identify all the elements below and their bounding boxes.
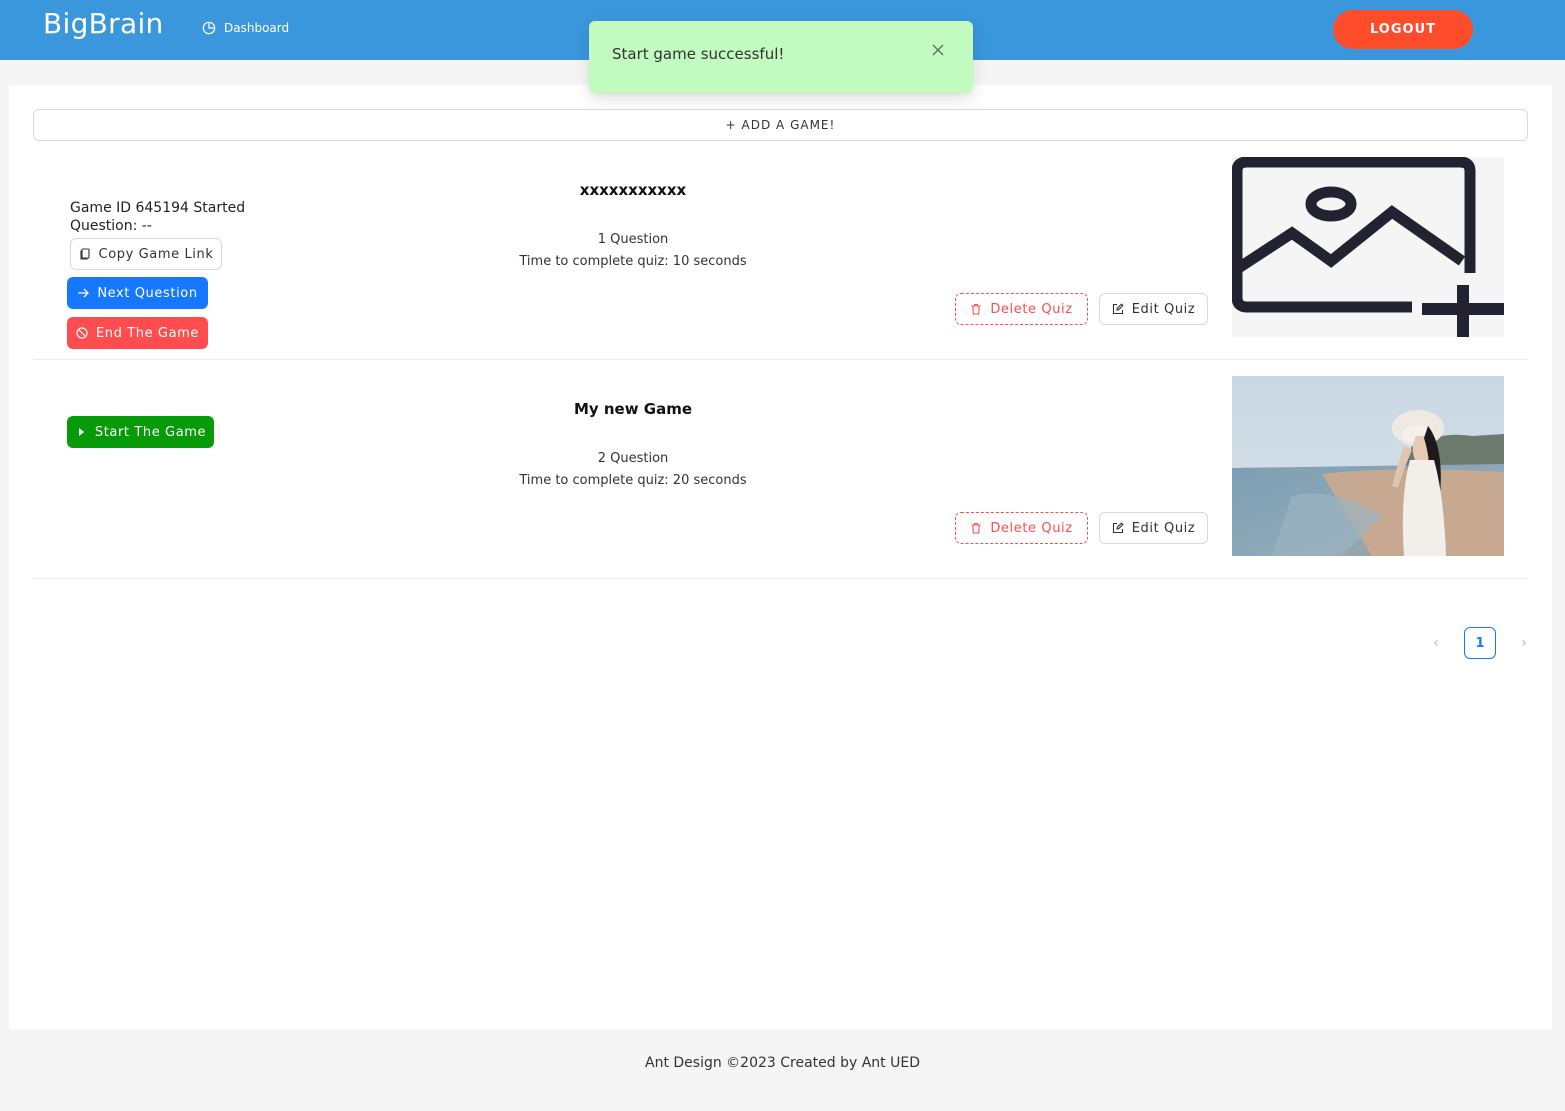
beach-photo bbox=[1232, 376, 1504, 556]
button-label: Start The Game bbox=[94, 424, 207, 440]
button-label: Delete Quiz bbox=[990, 301, 1073, 317]
button-label: Edit Quiz bbox=[1131, 520, 1196, 536]
game-title: xxxxxxxxxxx bbox=[579, 181, 687, 199]
button-label: Edit Quiz bbox=[1131, 301, 1196, 317]
game-thumbnail bbox=[1232, 157, 1504, 337]
pie-chart-icon bbox=[202, 21, 216, 35]
quiz-time: Time to complete quiz: 20 seconds bbox=[519, 473, 747, 488]
edit-quiz-button[interactable]: Edit Quiz bbox=[1099, 293, 1208, 325]
image-add-placeholder-icon bbox=[1232, 157, 1504, 337]
end-game-button[interactable]: End The Game bbox=[67, 317, 208, 349]
start-game-button[interactable]: Start The Game bbox=[67, 416, 214, 448]
page-number[interactable]: 1 bbox=[1464, 627, 1496, 659]
button-label: End The Game bbox=[95, 325, 200, 341]
add-game-button[interactable]: + ADD A GAME! bbox=[33, 109, 1528, 141]
trash-icon bbox=[971, 522, 981, 534]
trash-icon bbox=[971, 303, 981, 315]
stop-icon bbox=[76, 327, 88, 339]
footer-text: Ant Design ©2023 Created by Ant UED bbox=[645, 1055, 920, 1071]
next-question-button[interactable]: Next Question bbox=[67, 277, 208, 309]
prev-page-icon[interactable]: ‹ bbox=[1424, 627, 1448, 659]
arrow-right-icon bbox=[78, 288, 90, 298]
copy-game-link-button[interactable]: Copy Game Link bbox=[70, 238, 222, 270]
app-logo[interactable]: BigBrain bbox=[43, 7, 164, 40]
game-thumbnail bbox=[1232, 376, 1504, 556]
current-question: Question: -- bbox=[70, 218, 152, 234]
next-page-icon[interactable]: › bbox=[1512, 627, 1536, 659]
game-status: Game ID 645194 Started bbox=[70, 200, 246, 216]
copy-icon bbox=[79, 248, 90, 260]
button-label: Delete Quiz bbox=[990, 520, 1073, 536]
game-title: My new Game bbox=[573, 400, 693, 418]
edit-quiz-button[interactable]: Edit Quiz bbox=[1099, 512, 1208, 544]
nav-item-label: Dashboard bbox=[224, 21, 290, 35]
toast-message: Start game successful! bbox=[612, 45, 785, 63]
delete-quiz-button[interactable]: Delete Quiz bbox=[955, 293, 1088, 325]
question-count: 2 Question bbox=[597, 451, 669, 466]
nav-item-dashboard[interactable]: Dashboard bbox=[202, 21, 289, 35]
button-label: Copy Game Link bbox=[98, 246, 214, 262]
success-toast: Start game successful! bbox=[589, 21, 973, 93]
close-icon[interactable] bbox=[931, 43, 945, 57]
game-card: Start The Game My new Game 2 Question Ti… bbox=[33, 360, 1528, 579]
question-count: 1 Question bbox=[597, 232, 669, 247]
game-card: Game ID 645194 Started Question: -- Copy… bbox=[33, 141, 1528, 360]
edit-icon bbox=[1112, 522, 1124, 534]
edit-icon bbox=[1112, 303, 1124, 315]
quiz-time: Time to complete quiz: 10 seconds bbox=[519, 254, 747, 269]
button-label: Next Question bbox=[97, 285, 198, 301]
pagination: ‹ 1 › bbox=[1424, 627, 1536, 659]
logout-button[interactable]: LOGOUT bbox=[1333, 10, 1473, 49]
caret-right-icon bbox=[78, 428, 84, 436]
main-content: + ADD A GAME! Game ID 645194 Started Que… bbox=[9, 85, 1552, 1029]
delete-quiz-button[interactable]: Delete Quiz bbox=[955, 512, 1088, 544]
